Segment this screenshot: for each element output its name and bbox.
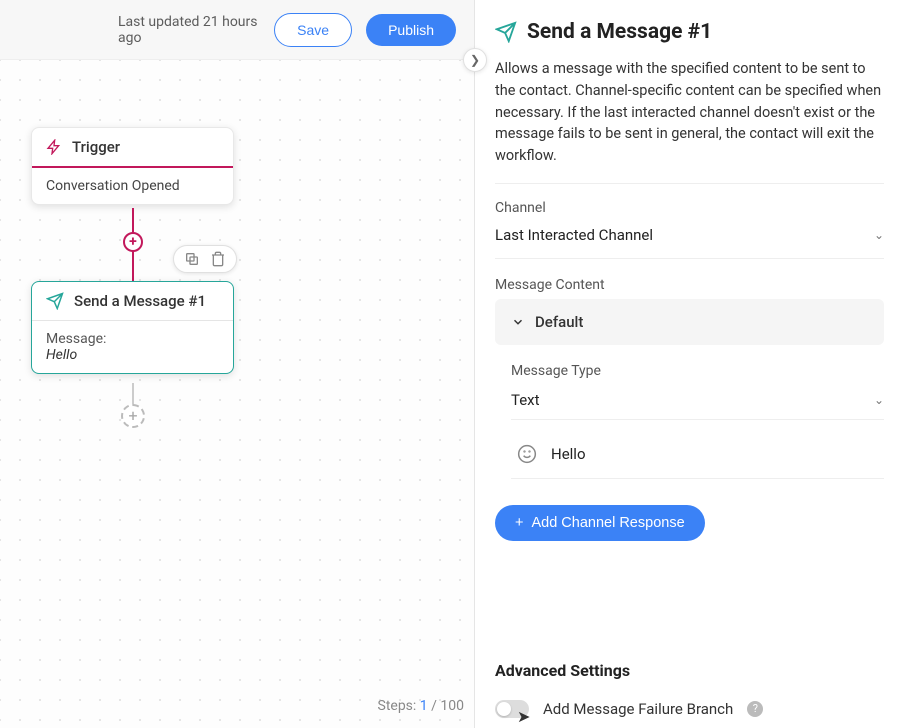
message-type-select[interactable]: Text ⌄ (511, 385, 884, 420)
trigger-node[interactable]: Trigger Conversation Opened (31, 127, 234, 205)
detail-panel: Send a Message #1 Allows a message with … (474, 0, 904, 728)
emoji-icon[interactable] (517, 444, 537, 464)
panel-title-row: Send a Message #1 (495, 20, 884, 44)
add-node-end-button[interactable]: + (121, 404, 145, 428)
message-label: Message: (46, 331, 219, 347)
save-button[interactable]: Save (274, 13, 352, 47)
trigger-label: Trigger (72, 138, 120, 156)
send-node-body: Message: Hello (32, 321, 233, 373)
help-icon[interactable]: ? (747, 701, 763, 717)
trash-icon[interactable] (210, 251, 226, 267)
trigger-subtitle: Conversation Opened (32, 168, 233, 204)
steps-label: Steps: (378, 698, 417, 714)
send-node-label: Send a Message #1 (74, 292, 206, 310)
workflow-canvas: Last updated 21 hours ago Save Publish T… (0, 0, 474, 728)
steps-counter: Steps: 1 / 100 (378, 698, 465, 714)
canvas-body[interactable]: Trigger Conversation Opened + (0, 60, 474, 728)
failure-branch-label: Add Message Failure Branch (543, 700, 733, 718)
message-input-row[interactable]: Hello (511, 436, 884, 479)
message-text: Hello (551, 445, 586, 463)
canvas-header: Last updated 21 hours ago Save Publish (0, 0, 474, 60)
panel-description: Allows a message with the specified cont… (495, 58, 884, 184)
add-channel-response-button[interactable]: + Add Channel Response (495, 505, 705, 541)
failure-branch-toggle[interactable] (495, 700, 529, 718)
send-message-node[interactable]: Send a Message #1 Message: Hello (31, 281, 234, 374)
send-icon (495, 21, 517, 43)
collapse-panel-button[interactable]: ❯ (463, 48, 487, 72)
send-icon (46, 292, 64, 310)
send-node-header: Send a Message #1 (32, 282, 233, 321)
chevron-down-icon: ⌄ (874, 228, 884, 242)
publish-button[interactable]: Publish (366, 14, 456, 46)
advanced-settings-heading: Advanced Settings (495, 661, 884, 680)
chevron-right-icon: ❯ (470, 53, 480, 67)
add-node-button[interactable]: + (123, 232, 143, 252)
message-type-value: Text (511, 391, 540, 409)
channel-value: Last Interacted Channel (495, 226, 653, 244)
message-inner-block: Message Type Text ⌄ Hello (495, 363, 884, 479)
chevron-down-icon (511, 315, 525, 329)
chevron-down-icon: ⌄ (874, 393, 884, 407)
node-toolbar (173, 245, 237, 273)
plus-icon: + (515, 515, 523, 531)
accordion-label: Default (535, 313, 583, 331)
last-updated-text: Last updated 21 hours ago (118, 14, 260, 46)
copy-icon[interactable] (184, 251, 200, 267)
steps-total: 100 (440, 698, 464, 714)
channel-select[interactable]: Last Interacted Channel ⌄ (495, 222, 884, 259)
default-accordion[interactable]: Default (495, 299, 884, 345)
add-channel-response-label: Add Channel Response (531, 515, 684, 531)
message-content-label: Message Content (495, 277, 884, 293)
trigger-node-header: Trigger (32, 128, 233, 168)
panel-title: Send a Message #1 (527, 20, 712, 44)
message-value: Hello (46, 347, 219, 363)
channel-field-label: Channel (495, 200, 884, 216)
lightning-icon (46, 139, 62, 155)
failure-branch-row: Add Message Failure Branch ? (495, 700, 884, 728)
steps-current: 1 (420, 698, 428, 714)
message-type-label: Message Type (511, 363, 884, 379)
